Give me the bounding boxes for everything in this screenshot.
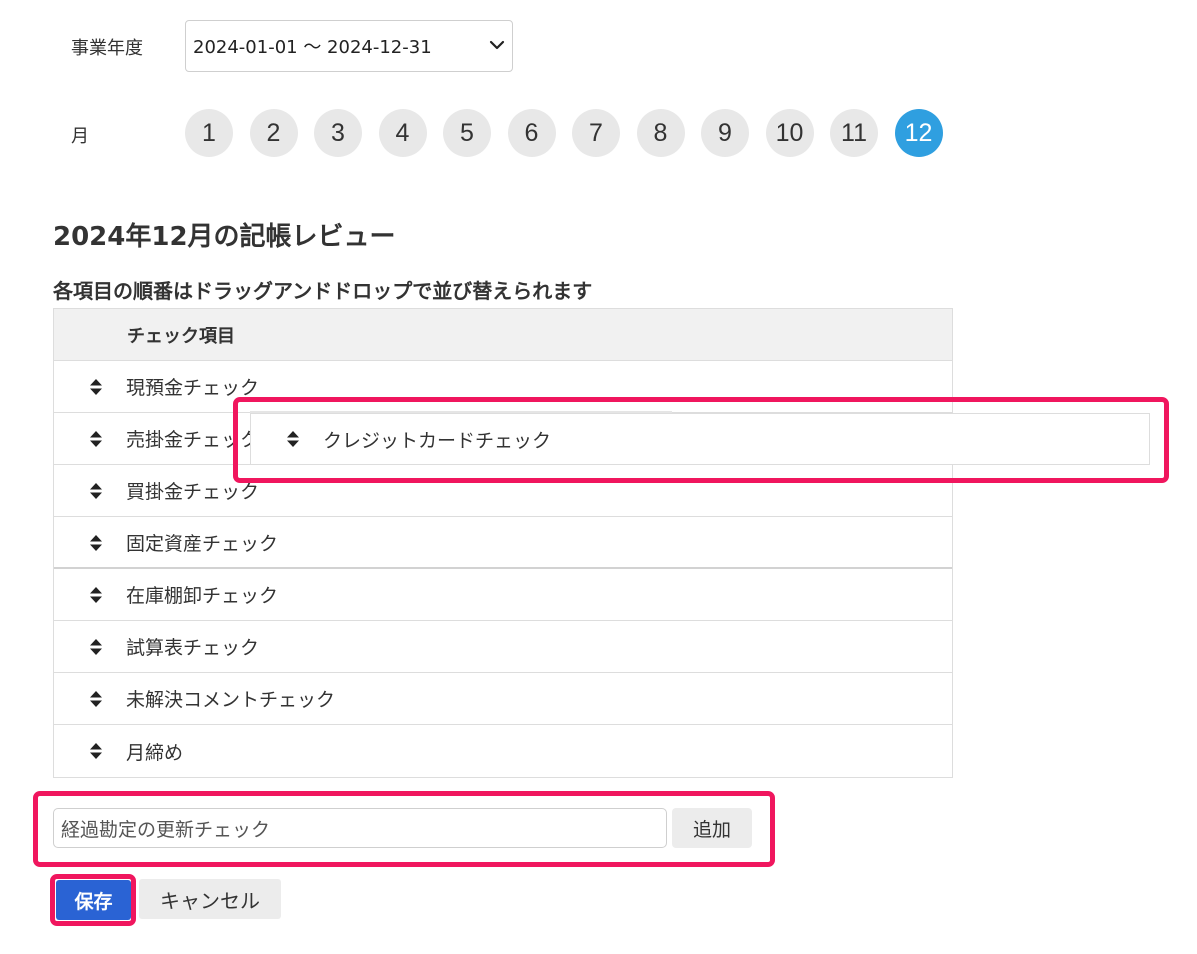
review-subtitle: 各項目の順番はドラッグアンドドロップで並び替えられます <box>53 279 593 303</box>
row-label: 固定資産チェック <box>126 532 279 555</box>
row-label: 在庫棚卸チェック <box>126 585 279 607</box>
month-6-button[interactable]: 6 <box>507 109 556 157</box>
row-label: 試算表チェック <box>126 637 260 659</box>
save-button[interactable]: 保存 <box>56 880 131 920</box>
table-row[interactable]: 未解決コメントチェック <box>54 673 952 725</box>
table-row[interactable]: 固定資産チェック <box>54 517 952 569</box>
month-1-button[interactable]: 1 <box>185 109 233 157</box>
sort-handle-icon[interactable] <box>89 482 103 500</box>
row-label: 月締め <box>126 741 184 764</box>
add-item-button[interactable]: 追加 <box>672 808 752 848</box>
fiscal-year-select[interactable]: 2024-01-01 〜 2024-12-31 <box>185 20 513 72</box>
month-8-button[interactable]: 8 <box>636 109 685 157</box>
table-row[interactable]: 買掛金チェック <box>54 465 952 517</box>
cancel-button[interactable]: キャンセル <box>139 879 281 919</box>
month-10-button[interactable]: 10 <box>765 109 814 157</box>
fiscal-year-label: 事業年度 <box>71 38 143 59</box>
row-label: 売掛金チェック <box>126 429 260 451</box>
month-12-button[interactable]: 12 <box>894 109 943 157</box>
review-title: 2024年12月の記帳レビュー <box>53 222 396 252</box>
new-item-input-value: 経過勘定の更新チェック <box>61 818 271 841</box>
sort-handle-icon[interactable] <box>89 742 103 760</box>
month-4-button[interactable]: 4 <box>378 109 427 157</box>
dragging-row-label: クレジットカードチェック <box>323 429 552 452</box>
month-7-button[interactable]: 7 <box>572 109 620 157</box>
new-item-input[interactable]: 経過勘定の更新チェック <box>53 808 667 848</box>
sort-handle-icon[interactable] <box>89 690 103 708</box>
table-row[interactable]: 試算表チェック <box>54 621 952 673</box>
sort-handle-icon[interactable] <box>89 378 103 396</box>
row-label: 未解決コメントチェック <box>126 689 336 711</box>
sort-handle-icon[interactable] <box>89 586 103 604</box>
column-header-check-item: チェック項目 <box>127 325 235 347</box>
month-11-button[interactable]: 11 <box>830 109 878 157</box>
month-selector: 1 2 3 4 5 6 7 8 9 10 11 12 <box>185 109 959 157</box>
month-label: 月 <box>71 126 89 147</box>
table-header: チェック項目 <box>54 309 952 361</box>
sort-handle-icon[interactable] <box>89 638 103 656</box>
month-9-button[interactable]: 9 <box>701 109 749 157</box>
sort-handle-icon[interactable] <box>89 534 103 552</box>
month-2-button[interactable]: 2 <box>249 109 298 157</box>
check-items-table: チェック項目 現預金チェック 売掛金チェック 買掛金チェック 固定資産チェック … <box>53 308 953 778</box>
dragging-row[interactable]: クレジットカードチェック <box>250 413 1150 465</box>
sort-handle-icon[interactable] <box>286 430 300 448</box>
month-3-button[interactable]: 3 <box>314 109 362 157</box>
table-row[interactable]: 在庫棚卸チェック <box>54 569 952 621</box>
table-row[interactable]: 現預金チェック <box>54 361 952 413</box>
sort-handle-icon[interactable] <box>89 430 103 448</box>
row-label: 現預金チェック <box>126 377 260 399</box>
chevron-down-icon <box>489 40 505 50</box>
table-row[interactable]: 月締め <box>54 725 952 777</box>
fiscal-year-value: 2024-01-01 〜 2024-12-31 <box>193 37 432 58</box>
month-5-button[interactable]: 5 <box>443 109 491 157</box>
row-label: 買掛金チェック <box>126 481 260 503</box>
